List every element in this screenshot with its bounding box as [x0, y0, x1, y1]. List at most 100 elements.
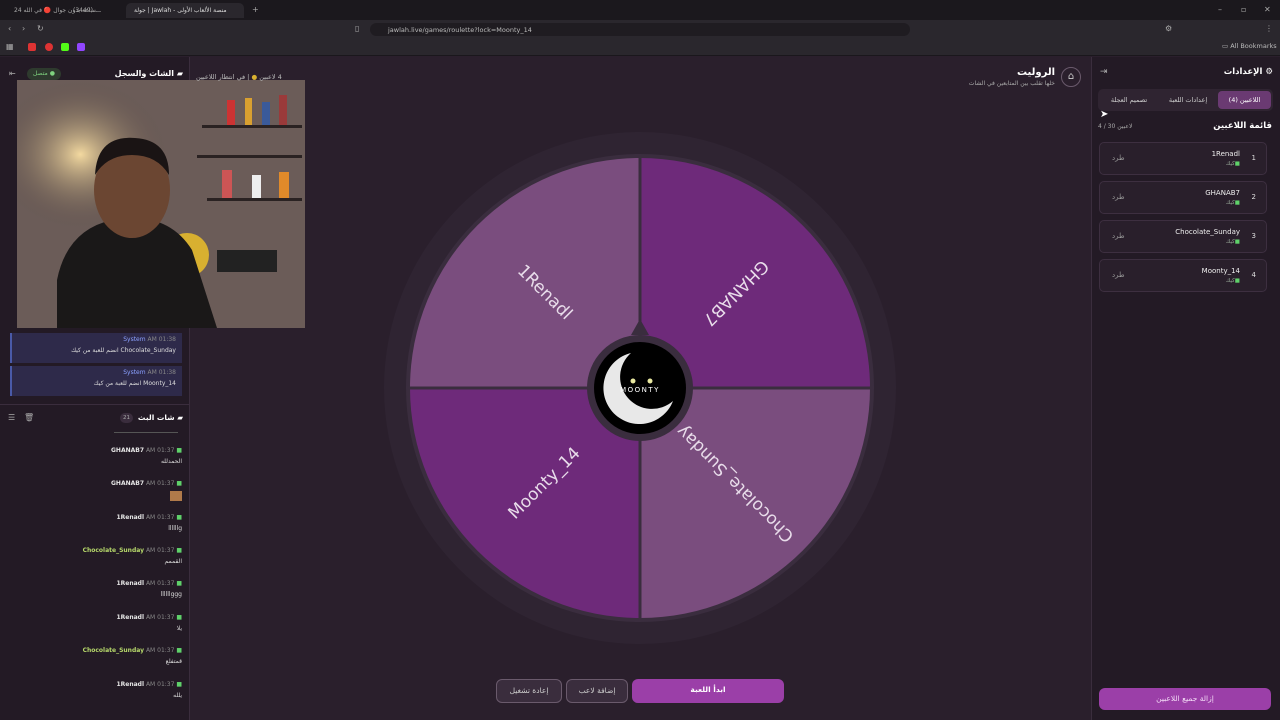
- player-row: 4 Moonty_14 كيك■ طرد: [1099, 259, 1267, 292]
- player-source-row: كيك■: [1226, 239, 1240, 245]
- bookmarks-bar: ▦ ▭ All Bookmarks: [0, 39, 1280, 56]
- kick-badge-icon: ■: [174, 547, 182, 554]
- kick-badge-icon: ■: [1234, 239, 1240, 245]
- chat-icon: ▰: [176, 69, 183, 78]
- chat-username[interactable]: 1Renadl: [116, 614, 144, 621]
- gear-icon: ⚙: [1265, 67, 1273, 77]
- back-icon[interactable]: ‹: [8, 24, 11, 34]
- filter-icon[interactable]: ☰: [8, 413, 15, 422]
- chat-username[interactable]: 1Renadl: [116, 681, 144, 688]
- player-source: كيك: [1225, 278, 1235, 284]
- tab-game-settings[interactable]: إعدادات اللعبة: [1160, 91, 1216, 109]
- chat-time: AM 01:37: [145, 480, 175, 487]
- chat-time: AM 01:37: [145, 647, 175, 654]
- minimize-icon[interactable]: –: [1218, 5, 1222, 15]
- address-bar[interactable]: jawlah.live/games/roulette?lock=Moonty_1…: [370, 23, 910, 36]
- kick-badge-icon: ■: [1234, 278, 1240, 284]
- kick-badge-icon: ■: [174, 514, 182, 521]
- player-row: 2 GHANAB7 كيك■ طرد: [1099, 181, 1267, 214]
- new-tab-icon[interactable]: +: [252, 5, 259, 15]
- kick-bookmark-icon[interactable]: [61, 43, 69, 51]
- kick-button[interactable]: طرد: [1112, 271, 1125, 279]
- kick-badge-icon: ■: [174, 614, 182, 621]
- start-game-button[interactable]: ابدأ اللعبة: [632, 679, 784, 703]
- kick-badge-icon: ■: [1234, 200, 1240, 206]
- chat-message: ■ Chocolate_Sunday AM 01:37 القممم: [10, 547, 182, 565]
- chat-message: ■ 1Renadl AM 01:37 يلله: [10, 681, 182, 699]
- settings-tabs: اللاعبين (4) إعدادات اللعبة تصميم العجلة: [1098, 89, 1273, 111]
- bookmark-icon[interactable]: ▯: [355, 24, 359, 34]
- webcam-image: [17, 80, 305, 328]
- tab-players[interactable]: اللاعبين (4): [1218, 91, 1271, 109]
- chat-message: ■ Chocolate_Sunday AM 01:37 قمتفلع: [10, 647, 182, 665]
- chat-title: شات البث ▰: [137, 413, 183, 422]
- chat-time: AM 01:37: [145, 514, 175, 521]
- chat-username[interactable]: 1Renadl: [116, 514, 144, 521]
- browser-tab[interactable]: (3449) ...: [65, 3, 125, 18]
- player-index: 2: [1251, 193, 1256, 201]
- player-source-row: كيك■: [1226, 161, 1240, 167]
- home-button[interactable]: ⌂: [1061, 67, 1081, 87]
- players-list-title: قائمة اللاعبين: [1213, 121, 1272, 131]
- kick-button[interactable]: طرد: [1112, 193, 1125, 201]
- add-player-button[interactable]: إضافة لاعب: [566, 679, 628, 703]
- chat-username[interactable]: Chocolate_Sunday: [83, 647, 144, 654]
- twitch-bookmark-icon[interactable]: [77, 43, 85, 51]
- emote-image: [170, 491, 182, 501]
- chat-time: AM 01:37: [145, 447, 175, 454]
- player-source: كيك: [1225, 161, 1235, 167]
- cursor-icon: ➤: [1100, 109, 1109, 120]
- forward-icon[interactable]: ›: [22, 24, 25, 34]
- kick-badge-icon: ■: [174, 447, 182, 454]
- chat-text: يلله: [173, 692, 182, 699]
- collapse-panel-icon[interactable]: ⇤: [9, 69, 16, 78]
- youtube-bookmark-icon[interactable]: [28, 43, 36, 51]
- chat-count-badge: 21: [120, 413, 133, 423]
- collapse-settings-icon[interactable]: ⇥: [1100, 67, 1108, 77]
- system-message: System AM 01:38 Chocolate_Sunday انضم لل…: [10, 333, 182, 363]
- player-row: 3 Chocolate_Sunday كيك■ طرد: [1099, 220, 1267, 253]
- tab-wheel-design[interactable]: تصميم العجلة: [1100, 91, 1158, 109]
- player-name: GHANAB7: [1205, 189, 1240, 197]
- player-name: Chocolate_Sunday: [1175, 228, 1240, 236]
- kick-button[interactable]: طرد: [1112, 154, 1125, 162]
- chat-username[interactable]: GHANAB7: [111, 480, 144, 487]
- chat-username[interactable]: GHANAB7: [111, 447, 144, 454]
- chat-message: ■ GHANAB7 AM 01:37 الحمدلله: [10, 447, 182, 465]
- chat-time: AM 01:37: [145, 547, 175, 554]
- webcam-overlay: [17, 80, 305, 328]
- maximize-icon[interactable]: ▫: [1241, 5, 1246, 15]
- chat-text: الحمدلله: [160, 458, 182, 465]
- close-window-icon[interactable]: ✕: [1264, 5, 1271, 15]
- home-icon: ⌂: [1067, 71, 1075, 82]
- chat-username[interactable]: 1Renadl: [116, 580, 144, 587]
- chat-text: llllllggg: [160, 591, 182, 598]
- game-subtitle: خلها تقلب بين المتابعين في الشات: [968, 80, 1055, 87]
- all-bookmarks[interactable]: ▭ All Bookmarks: [1222, 42, 1277, 50]
- chat-time: AM 01:37: [145, 580, 175, 587]
- chat-text: قمتفلع: [165, 658, 182, 665]
- player-source-row: كيك■: [1226, 278, 1240, 284]
- chat-text: القممم: [164, 558, 182, 565]
- kick-badge-icon: ■: [174, 681, 182, 688]
- remove-all-players-button[interactable]: إزالة جميع اللاعبين: [1099, 688, 1271, 710]
- player-name: Moonty_14: [1201, 267, 1240, 275]
- browser-tab-active[interactable]: جولة | Jawlah - منصة الألعاب الأولى: [126, 3, 244, 18]
- divider: [114, 432, 178, 433]
- roulette-wheel[interactable]: 1Renadl GHANAB7Chocolate_SundayMoonty_14 …: [383, 131, 897, 645]
- chat-text: llllllg: [168, 525, 182, 532]
- restart-button[interactable]: إعادة تشغيل: [496, 679, 562, 703]
- chat-username[interactable]: Chocolate_Sunday: [83, 547, 144, 554]
- folder-icon: ▭: [1222, 42, 1231, 50]
- player-source: كيك: [1225, 200, 1235, 206]
- trash-icon[interactable]: 🗑: [24, 413, 34, 422]
- extensions-icon[interactable]: ⚙: [1165, 24, 1172, 34]
- menu-icon[interactable]: ⋮: [1265, 24, 1273, 34]
- bookmark-icon[interactable]: [45, 43, 53, 51]
- apps-icon[interactable]: ▦: [6, 42, 14, 52]
- kick-button[interactable]: طرد: [1112, 232, 1125, 240]
- player-source-row: كيك■: [1226, 200, 1240, 206]
- game-title: الروليت: [1016, 67, 1055, 78]
- player-name: 1Renadl: [1211, 150, 1240, 158]
- reload-icon[interactable]: ↻: [37, 24, 44, 34]
